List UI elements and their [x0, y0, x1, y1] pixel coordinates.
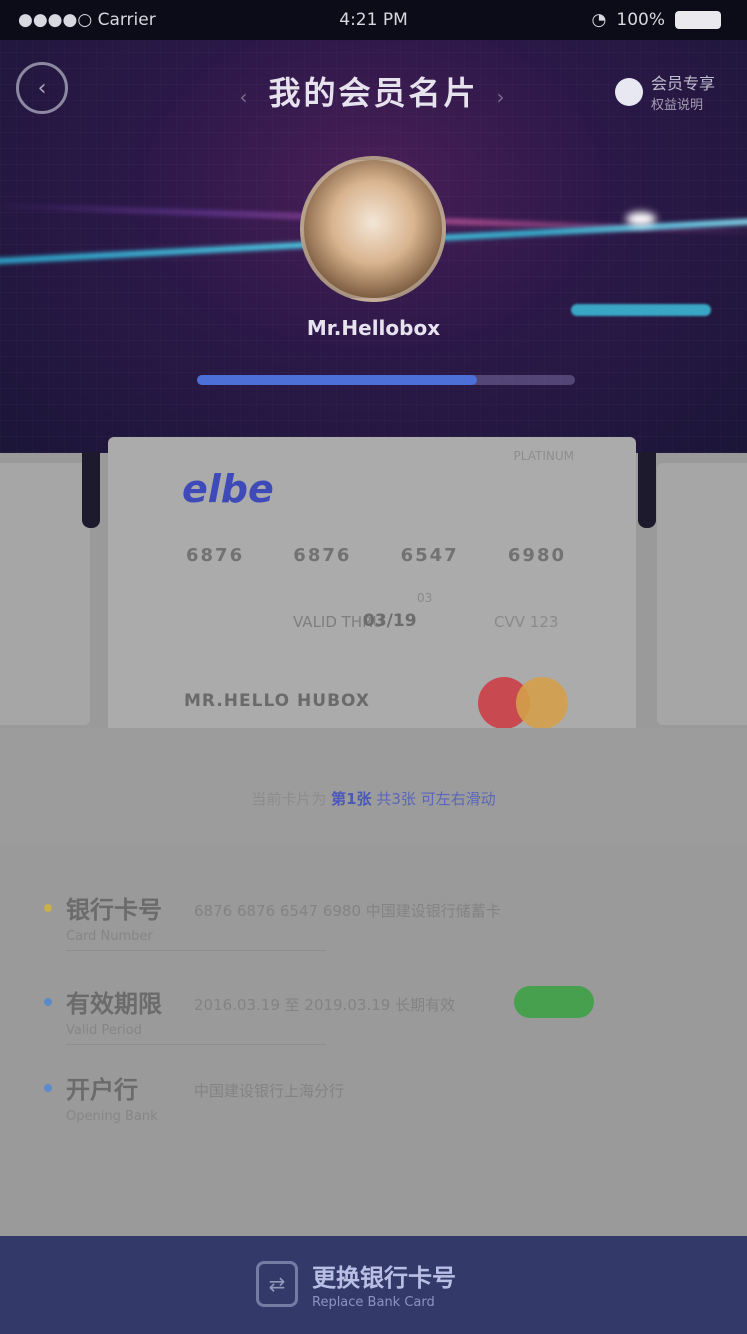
list-item: 开户行 Opening Bank 中国建设银行上海分行 [44, 1070, 344, 1124]
exp-value: 03/19 [363, 611, 417, 631]
replace-card-title: 更换银行卡号 [312, 1264, 456, 1292]
lock-icon: ◔ [591, 10, 607, 30]
chevron-right-icon: › [496, 85, 508, 109]
bullet-icon [44, 1084, 52, 1092]
card-brand-logo: elbe [182, 467, 274, 511]
status-bar: ●●●●○ Carrier 4:21 PM ◔ 100% [0, 0, 747, 40]
level-progress [197, 375, 575, 385]
card-holder: MR.HELLO HUBOX [184, 691, 370, 711]
nickname: Mr.Hellobox [306, 316, 441, 340]
page-title: 我的会员名片 [268, 74, 479, 112]
card-swap-icon: ⇄ [256, 1261, 298, 1307]
member-icon [614, 77, 643, 106]
prev-card-peek[interactable] [0, 463, 90, 725]
bullet-icon [44, 904, 52, 912]
bank-card[interactable]: elbe PLATINUM 6876 6876 6547 6980 03 VAL… [108, 437, 636, 742]
exp-tag: 03 [417, 591, 433, 605]
cvv-label: CVV 123 [494, 613, 559, 631]
battery-percent: 100% [616, 10, 665, 30]
replace-card-button[interactable]: ⇄ 更换银行卡号 Replace Bank Card [0, 1236, 747, 1334]
valid-status-badge [514, 986, 594, 1018]
profile-hero: ‹ ‹ 我的会员名片 › 会员专享 权益说明 Mr.Hellobox [0, 40, 747, 453]
card-tier: PLATINUM [513, 449, 574, 463]
list-item: 银行卡号 Card Number 6876 6876 6547 6980 中国建… [44, 890, 501, 951]
card-pager-text: 当前卡片为 第1张 共3张 可左右滑动 [251, 790, 496, 808]
chevron-left-icon: ‹ [239, 85, 251, 109]
next-card-peek[interactable] [657, 463, 747, 725]
bullet-icon [44, 998, 52, 1006]
list-item: 有效期限 Valid Period 2016.03.19 至 2019.03.1… [44, 984, 455, 1045]
member-rights-button[interactable]: 会员专享 权益说明 [614, 70, 715, 113]
card-info-band [0, 728, 747, 844]
battery-icon [675, 11, 721, 29]
replace-card-subtitle: Replace Bank Card [312, 1295, 435, 1310]
swipe-hint-link[interactable]: 共3张 可左右滑动 [376, 790, 495, 808]
avatar[interactable] [300, 156, 446, 302]
card-number: 6876 6876 6547 6980 [186, 545, 566, 566]
mastercard-logo-icon [478, 677, 570, 729]
